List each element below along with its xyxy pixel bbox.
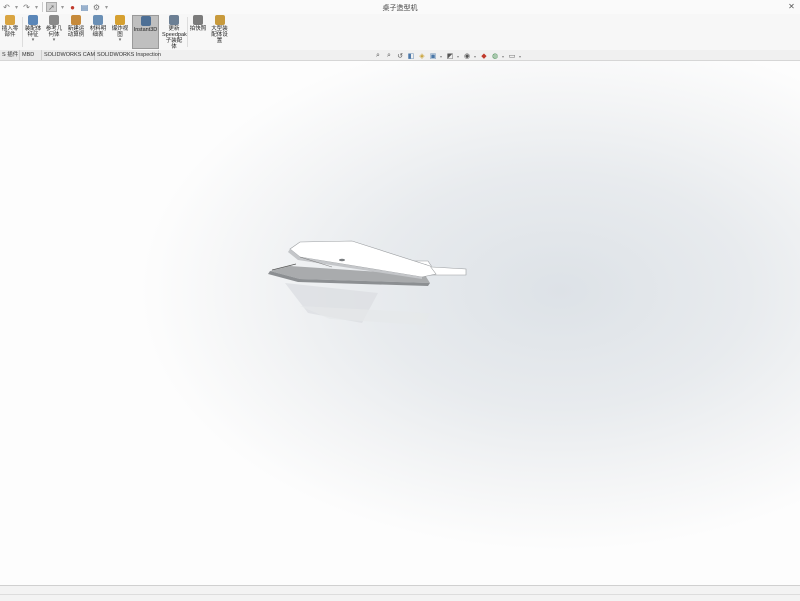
- chevron-down-icon[interactable]: ▾: [110, 38, 130, 43]
- mate-icon: [28, 15, 38, 25]
- previous-view-icon[interactable]: ↺: [396, 52, 404, 60]
- graphics-area[interactable]: [0, 61, 800, 585]
- new-motion-study-button[interactable]: 新建运 动算例: [66, 15, 86, 49]
- window-title: 桌子造型机: [382, 5, 418, 12]
- dynamic-annotation-icon[interactable]: ◈: [418, 52, 426, 60]
- tab-addins[interactable]: S 插件: [0, 50, 20, 60]
- zoom-to-fit-icon[interactable]: ⌕: [374, 52, 382, 60]
- button-label: Instant3D: [133, 27, 158, 33]
- update-speedpak-button[interactable]: 更新 Speedpak 子装配 体: [162, 15, 187, 50]
- apply-scene-icon[interactable]: ◍: [491, 52, 499, 60]
- button-label: 更新 Speedpak 子装配 体: [162, 26, 187, 50]
- instant3d-button[interactable]: Instant3D: [132, 15, 159, 49]
- chevron-down-icon[interactable]: ▾: [44, 38, 64, 43]
- take-snapshot-button[interactable]: 拍快照: [188, 15, 208, 49]
- large-assembly-settings-button[interactable]: 大型装 配体设 置: [209, 15, 230, 49]
- button-label: 拍快照: [189, 26, 207, 32]
- view-settings-icon[interactable]: ▭: [508, 52, 516, 60]
- chevron-down-icon[interactable]: ▾: [474, 54, 477, 59]
- chevron-down-icon[interactable]: ▾: [502, 54, 505, 59]
- plate-hole: [339, 258, 345, 262]
- exploded-view-button[interactable]: 爆炸视 图 ▾: [110, 15, 130, 49]
- heads-up-view-toolbar: ⌕ ⌕ ↺ ◧ ◈ ▣ ▾ ◩ ▾ ◉ ▾ ◆ ◍ ▾ ▭ ▾: [374, 51, 522, 61]
- status-divider: [0, 594, 800, 595]
- ribbon-divider: [22, 17, 23, 47]
- tab-mbd[interactable]: MBD: [20, 50, 42, 60]
- status-bar: [0, 585, 800, 601]
- speedpak-icon: [169, 15, 179, 25]
- hide-show-items-icon[interactable]: ◉: [463, 52, 471, 60]
- view-orientation-icon[interactable]: ▣: [429, 52, 437, 60]
- display-style-icon[interactable]: ◩: [446, 52, 454, 60]
- button-label: 大型装 配体设 置: [211, 26, 228, 44]
- model-render[interactable]: [0, 61, 800, 585]
- chevron-down-icon[interactable]: ▾: [519, 54, 522, 59]
- tab-solidworks-inspection[interactable]: SOLIDWORKS Inspection: [95, 50, 161, 60]
- reference-geometry-button[interactable]: 参考几 何体 ▾: [44, 15, 64, 49]
- reference-geometry-icon: [49, 15, 59, 25]
- command-manager-ribbon: 插入零 部件 装配体 特征 ▾ 参考几 何体 ▾ 新建运 动算例 材料明 细表 …: [0, 14, 800, 51]
- button-label: 插入零 部件: [1, 26, 19, 38]
- insert-components-button[interactable]: 插入零 部件: [0, 15, 20, 49]
- chevron-down-icon[interactable]: ▾: [440, 54, 443, 59]
- section-view-icon[interactable]: ◧: [407, 52, 415, 60]
- button-label: 新建运 动算例: [67, 26, 85, 38]
- bill-of-materials-icon: [93, 15, 103, 25]
- insert-components-icon: [5, 15, 15, 25]
- exploded-view-icon: [115, 15, 125, 25]
- instant3d-icon: [140, 16, 151, 26]
- button-label: 材料明 细表: [89, 26, 107, 38]
- chevron-down-icon[interactable]: ▾: [457, 54, 460, 59]
- bill-of-materials-button[interactable]: 材料明 细表: [88, 15, 108, 49]
- motion-study-icon: [71, 15, 81, 25]
- edit-appearance-icon[interactable]: ◆: [480, 52, 488, 60]
- large-assembly-icon: [214, 15, 225, 25]
- chevron-down-icon[interactable]: ▾: [24, 38, 42, 43]
- zoom-to-area-icon[interactable]: ⌕: [385, 52, 393, 60]
- camera-icon: [193, 15, 203, 25]
- title-bar: ↶ ▾ ↷ ▾ ➚ ▾ ● ▤ ⚙ ▾ 桌子造型机 ✕: [0, 0, 800, 15]
- tab-solidworks-cam[interactable]: SOLIDWORKS CAM: [42, 50, 95, 60]
- close-icon[interactable]: ✕: [787, 2, 796, 11]
- mate-button[interactable]: 装配体 特征 ▾: [24, 15, 42, 49]
